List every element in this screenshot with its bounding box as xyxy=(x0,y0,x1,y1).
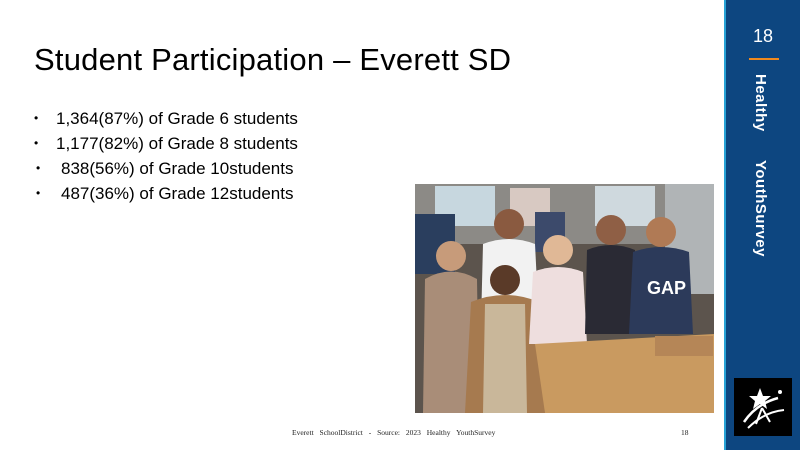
list-item: • 487(36%) of Grade 12students xyxy=(36,181,298,206)
svg-text:GAP: GAP xyxy=(647,278,686,298)
participation-list: • 1,364(87%) of Grade 6 students • 1,177(8… xyxy=(34,106,298,206)
slide-title: Student Participation – Everett SD xyxy=(34,42,512,77)
sidebar-accent-line xyxy=(749,58,779,60)
bullet-icon: • xyxy=(36,186,41,200)
list-item: • 838(56%) of Grade 10students xyxy=(36,156,298,181)
sidebar: 18 Healthy YouthSurvey xyxy=(724,0,800,450)
bullet-icon: • xyxy=(34,136,39,150)
group-photo-image: GAP xyxy=(415,184,714,413)
star-figure-logo-icon xyxy=(734,378,792,436)
list-item: • 1,177(82%) of Grade 8 students xyxy=(34,131,298,156)
sidebar-word-healthy: Healthy xyxy=(752,74,769,132)
sidebar-word-youthsurvey: YouthSurvey xyxy=(752,160,769,257)
footer-source: Everett SchoolDistrict - Source: 2023 He… xyxy=(292,428,496,437)
bullet-icon: • xyxy=(36,161,41,175)
bullet-icon: • xyxy=(34,111,39,125)
list-item: • 1,364(87%) of Grade 6 students xyxy=(34,106,298,131)
footer-page-number: 18 xyxy=(681,428,689,437)
sidebar-page-number: 18 xyxy=(752,26,774,46)
